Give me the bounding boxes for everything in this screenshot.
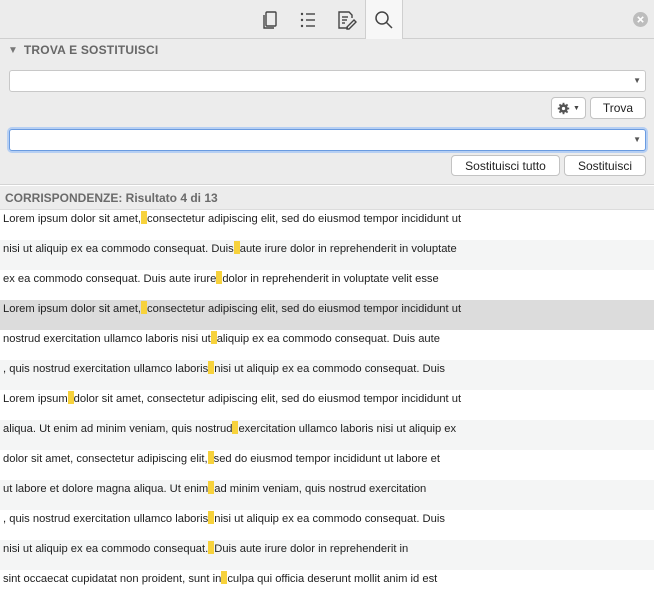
result-text-before: dolor sit amet, consectetur adipiscing e… <box>3 453 208 465</box>
result-text-after: Duis aute irure dolor in reprehenderit i… <box>214 543 409 555</box>
edit-notes-icon[interactable] <box>327 0 365 39</box>
find-replace-header[interactable]: ▼ TROVA E SOSTITUISCI <box>0 39 654 61</box>
find-field[interactable]: ▼ <box>9 70 646 92</box>
result-row[interactable]: nisi ut aliquip ex ea commodo consequat.… <box>0 240 654 270</box>
result-text-after: nisi ut aliquip ex ea commodo consequat.… <box>214 513 445 525</box>
result-row[interactable]: , quis nostrud exercitation ullamco labo… <box>0 360 654 390</box>
result-text-before: ex ea commodo consequat. Duis aute irure <box>3 273 217 285</box>
results-header: CORRISPONDENZE: Risultato 4 di 13 <box>0 186 654 210</box>
result-text-before: Lorem ipsum <box>3 393 68 405</box>
result-text-before: , quis nostrud exercitation ullamco labo… <box>3 363 209 375</box>
result-text-before: Lorem ipsum dolor sit amet, <box>3 213 142 225</box>
replace-all-button[interactable]: Sostituisci tutto <box>451 155 560 176</box>
result-text-after: culpa qui officia deserunt mollit anim i… <box>227 573 438 585</box>
result-row[interactable]: ut labore et dolore magna aliqua. Ut eni… <box>0 480 654 510</box>
result-text-after: consectetur adipiscing elit, sed do eius… <box>147 213 462 225</box>
result-row[interactable]: aliqua. Ut enim ad minim veniam, quis no… <box>0 420 654 450</box>
result-row[interactable]: Lorem ipsum dolor sit amet, consectetur a… <box>0 300 654 330</box>
result-row[interactable]: sint occaecat cupidatat non proident, su… <box>0 570 654 598</box>
list-icon[interactable] <box>289 0 327 39</box>
dropdown-arrow-icon[interactable]: ▼ <box>633 76 641 85</box>
result-row[interactable]: dolor sit amet, consectetur adipiscing e… <box>0 450 654 480</box>
panel-title: TROVA E SOSTITUISCI <box>23 43 159 57</box>
result-text-after: aute irure dolor in reprehenderit in vol… <box>239 243 457 255</box>
result-row[interactable]: , quis nostrud exercitation ullamco labo… <box>0 510 654 540</box>
chevron-down-icon: ▼ <box>573 104 580 112</box>
result-row[interactable]: nisi ut aliquip ex ea commodo consequat.… <box>0 540 654 570</box>
result-text-after: sed do eiusmod tempor incididunt ut labo… <box>213 453 440 465</box>
results-list[interactable]: Lorem ipsum dolor sit amet, consectetur a… <box>0 210 654 598</box>
result-text-before: sint occaecat cupidatat non proident, su… <box>3 573 222 585</box>
result-row[interactable]: ex ea commodo consequat. Duis aute irure… <box>0 270 654 300</box>
result-text-after: dolor in reprehenderit in voluptate veli… <box>222 273 439 285</box>
search-icon[interactable] <box>365 0 403 40</box>
result-text-before: aliqua. Ut enim ad minim veniam, quis no… <box>3 423 233 435</box>
result-text-after: nisi ut aliquip ex ea commodo consequat.… <box>214 363 445 375</box>
result-text-after: dolor sit amet, consectetur adipiscing e… <box>73 393 462 405</box>
result-text-after: consectetur adipiscing elit, sed do eius… <box>147 303 462 315</box>
find-button[interactable]: Trova <box>590 97 646 119</box>
result-text-after: aliquip ex ea commodo consequat. Duis au… <box>216 333 440 345</box>
result-text-after: exercitation ullamco laboris nisi ut ali… <box>238 423 457 435</box>
results-count: CORRISPONDENZE: Risultato 4 di 13 <box>5 190 218 205</box>
result-text-before: ut labore et dolore magna aliqua. Ut eni… <box>3 483 209 495</box>
find-replace-form: ▼ ▼ Trova ▼ Sostituisci tutto Sostituisc… <box>0 61 654 185</box>
pages-icon[interactable] <box>251 0 289 39</box>
result-row[interactable]: Lorem ipsum dolor sit amet, consectetur a… <box>0 390 654 420</box>
result-row[interactable]: nostrud exercitation ullamco laboris nis… <box>0 330 654 360</box>
toolbar <box>0 0 654 40</box>
replace-field[interactable]: ▼ <box>9 129 646 151</box>
replace-button[interactable]: Sostituisci <box>564 155 646 176</box>
disclosure-triangle-icon[interactable]: ▼ <box>8 45 18 56</box>
result-text-after: ad minim veniam, quis nostrud exercitati… <box>214 483 427 495</box>
result-text-before: , quis nostrud exercitation ullamco labo… <box>3 513 209 525</box>
result-text-before: nisi ut aliquip ex ea commodo consequat. <box>3 543 209 555</box>
result-row[interactable]: Lorem ipsum dolor sit amet, consectetur a… <box>0 210 654 240</box>
close-icon[interactable] <box>633 12 648 27</box>
result-text-before: nostrud exercitation ullamco laboris nis… <box>3 333 211 345</box>
options-gear-button[interactable]: ▼ <box>551 97 586 119</box>
result-text-before: Lorem ipsum dolor sit amet, <box>3 303 142 315</box>
gear-icon <box>557 102 570 114</box>
result-text-before: nisi ut aliquip ex ea commodo consequat.… <box>3 243 234 255</box>
dropdown-arrow-icon[interactable]: ▼ <box>633 135 641 144</box>
